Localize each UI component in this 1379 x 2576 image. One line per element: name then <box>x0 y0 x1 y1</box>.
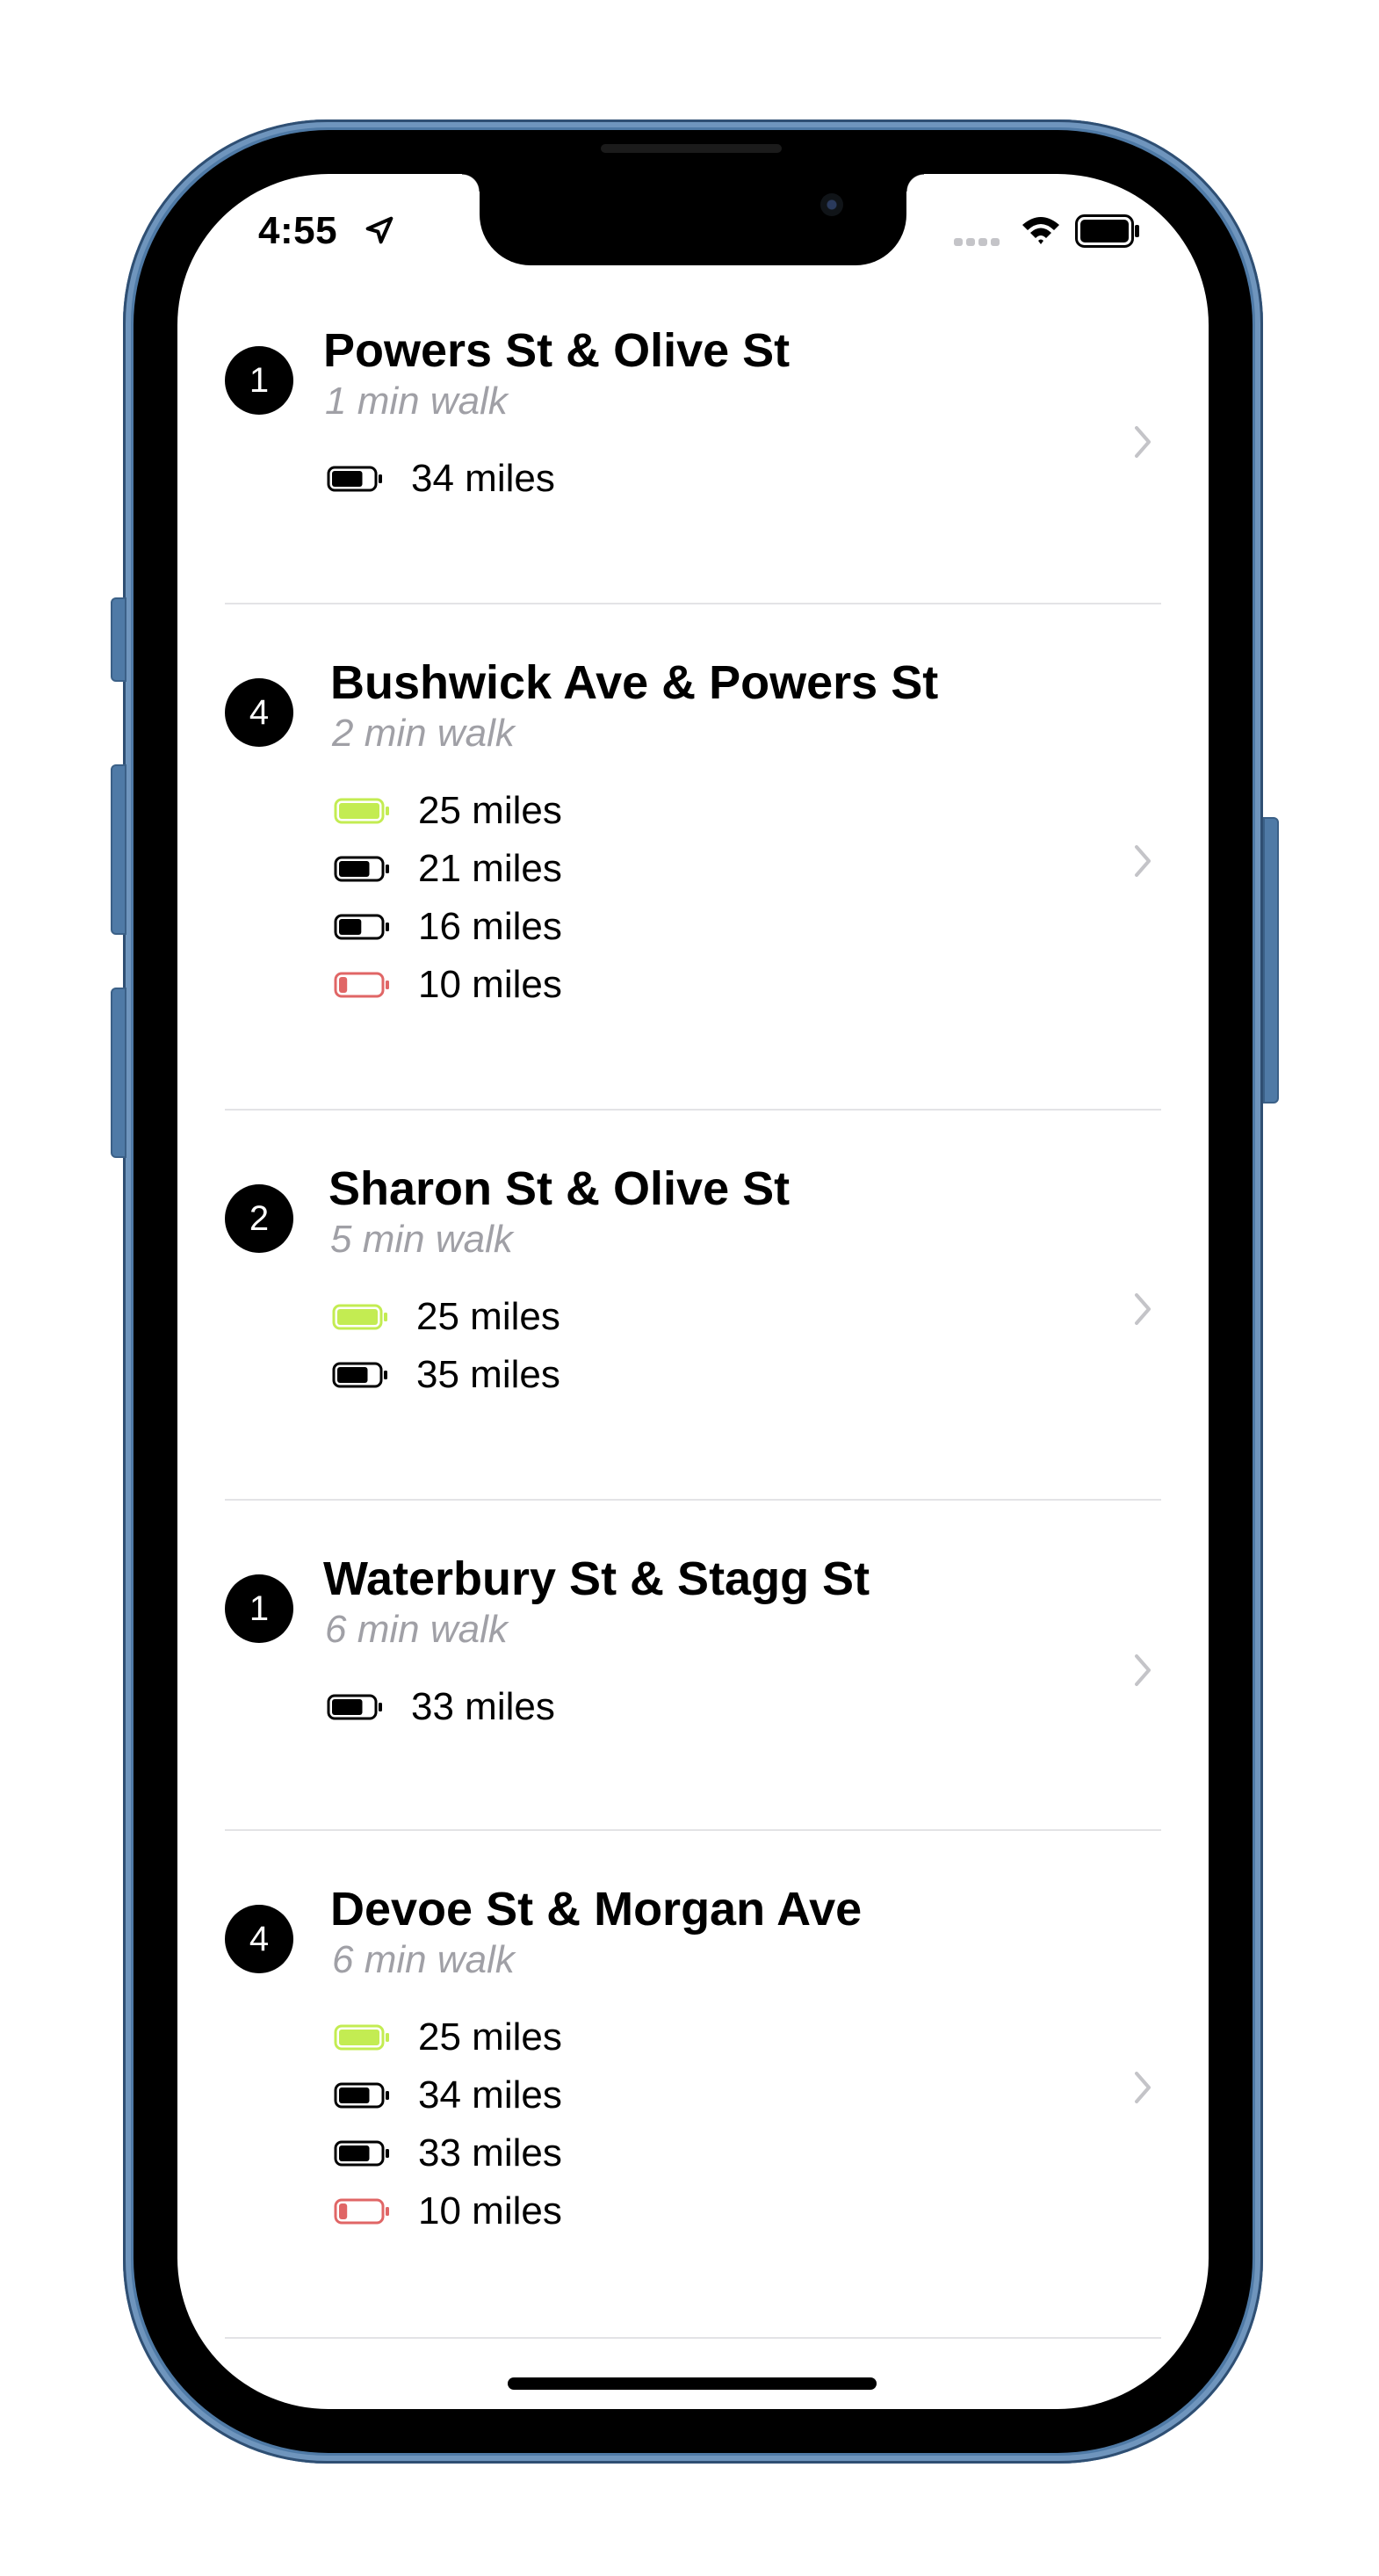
row-divider <box>225 1829 1161 1831</box>
battery-icon <box>334 856 389 882</box>
battery-icon <box>334 2140 389 2167</box>
volume-up-button <box>111 764 126 935</box>
bike-item: 21 miles <box>334 840 562 898</box>
walk-time: 1 min walk <box>325 380 508 423</box>
chevron-right-icon[interactable] <box>1130 1290 1156 1328</box>
row-divider <box>225 1499 1161 1501</box>
battery-icon <box>327 466 382 492</box>
bike-range: 10 miles <box>418 963 562 1006</box>
front-camera-icon <box>820 193 843 216</box>
row-divider <box>225 603 1161 604</box>
battery-low-icon <box>334 972 389 998</box>
bike-item: 16 miles <box>334 898 562 956</box>
station-name: Sharon St & Olive St <box>329 1162 791 1215</box>
chevron-right-icon[interactable] <box>1130 842 1156 880</box>
bike-item: 34 miles <box>334 2066 562 2124</box>
bike-count-badge: 4 <box>225 1905 293 1973</box>
screen: 1 Powers St & Olive St 1 min walk 34 miles 4… <box>177 174 1209 2409</box>
row-divider <box>225 1109 1161 1111</box>
bike-range: 21 miles <box>418 847 562 890</box>
walk-time: 6 min walk <box>332 1938 515 1981</box>
bike-count-badge: 2 <box>225 1184 293 1253</box>
bike-count-badge: 1 <box>225 346 293 415</box>
bike-range: 33 miles <box>418 2131 562 2174</box>
bike-range: 25 miles <box>416 1295 560 1338</box>
notch <box>462 174 924 265</box>
battery-full-icon <box>334 798 389 824</box>
bike-range: 34 miles <box>411 457 555 500</box>
side-button <box>1263 817 1279 1103</box>
bike-item: 33 miles <box>327 1678 555 1736</box>
earpiece-speaker <box>601 144 782 153</box>
battery-icon <box>334 914 389 940</box>
bike-range: 35 miles <box>416 1353 560 1396</box>
walk-time: 2 min walk <box>332 712 515 755</box>
station-name: Powers St & Olive St <box>323 324 791 377</box>
bike-item: 33 miles <box>334 2124 562 2182</box>
location-arrow-icon <box>365 216 393 244</box>
volume-down-button <box>111 988 126 1158</box>
home-indicator[interactable] <box>508 2377 877 2390</box>
bike-item: 10 miles <box>334 2182 562 2240</box>
cellular-signal-icon <box>954 238 1000 246</box>
bike-range: 33 miles <box>411 1685 555 1728</box>
status-time: 4:55 <box>258 209 338 252</box>
bike-item: 25 miles <box>334 782 562 840</box>
bike-count-badge: 4 <box>225 678 293 747</box>
battery-full-icon <box>332 1304 387 1330</box>
battery-full-icon <box>334 2024 389 2051</box>
battery-low-icon <box>334 2198 389 2225</box>
status-battery-icon <box>1075 214 1139 248</box>
bike-item: 25 miles <box>334 2008 562 2066</box>
bike-range: 10 miles <box>418 2189 562 2232</box>
row-divider <box>225 2337 1161 2339</box>
station-name: Devoe St & Morgan Ave <box>330 1883 863 1936</box>
chevron-right-icon[interactable] <box>1130 423 1156 461</box>
bike-count-badge: 1 <box>225 1574 293 1643</box>
station-name: Bushwick Ave & Powers St <box>330 656 939 709</box>
silent-switch <box>111 597 126 682</box>
bike-range: 25 miles <box>418 789 562 832</box>
bike-item: 10 miles <box>334 956 562 1014</box>
bike-item: 25 miles <box>332 1288 560 1346</box>
bike-range: 34 miles <box>418 2073 562 2117</box>
walk-time: 6 min walk <box>325 1608 508 1651</box>
battery-icon <box>332 1362 387 1388</box>
battery-icon <box>327 1694 382 1720</box>
walk-time: 5 min walk <box>330 1218 513 1261</box>
bike-range: 16 miles <box>418 905 562 948</box>
bike-item: 35 miles <box>332 1346 560 1404</box>
wifi-icon <box>1022 217 1059 244</box>
bike-range: 25 miles <box>418 2015 562 2059</box>
station-name: Waterbury St & Stagg St <box>323 1552 870 1605</box>
battery-icon <box>334 2082 389 2109</box>
bike-item: 34 miles <box>327 450 555 508</box>
chevron-right-icon[interactable] <box>1130 2068 1156 2107</box>
chevron-right-icon[interactable] <box>1130 1651 1156 1690</box>
